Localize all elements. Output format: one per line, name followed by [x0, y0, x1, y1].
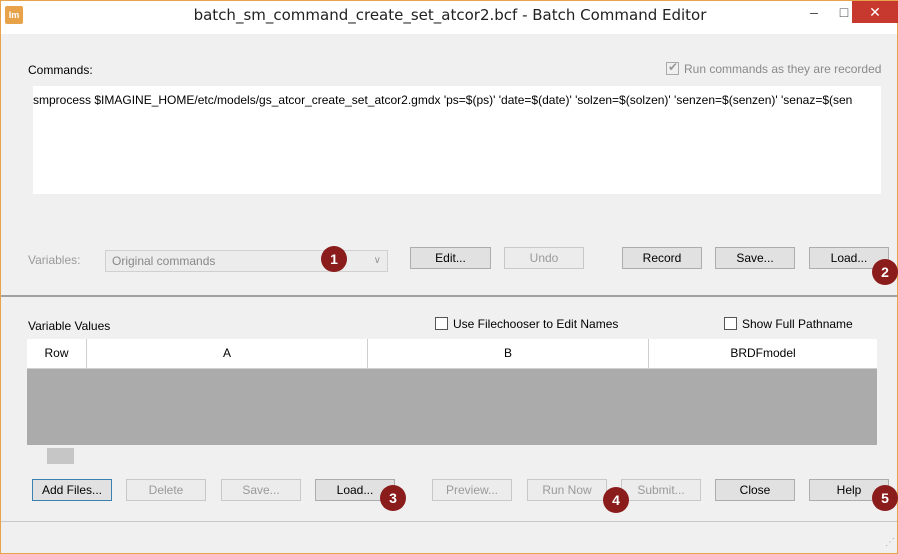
- variable-values-table[interactable]: Row A B BRDFmodel: [27, 339, 877, 445]
- callout-badge-1: 1: [321, 246, 347, 272]
- run-now-button[interactable]: Run Now: [527, 479, 607, 501]
- run-recorded-checkbox[interactable]: ✔: [666, 60, 679, 75]
- run-recorded-label: Run commands as they are recorded: [684, 62, 882, 76]
- horizontal-scrollbar-thumb[interactable]: [47, 448, 74, 464]
- filechooser-label: Use Filechooser to Edit Names: [453, 317, 619, 331]
- undo-button[interactable]: Undo: [504, 247, 584, 269]
- callout-badge-3: 3: [380, 485, 406, 511]
- callout-badge-5: 5: [872, 485, 898, 511]
- chevron-down-icon: ∨: [373, 255, 381, 266]
- save-values-button[interactable]: Save...: [221, 479, 301, 501]
- filechooser-checkbox[interactable]: [435, 317, 448, 330]
- section-divider: [1, 295, 897, 297]
- full-pathname-checkbox[interactable]: [724, 317, 737, 330]
- delete-button[interactable]: Delete: [126, 479, 206, 501]
- edit-button[interactable]: Edit...: [410, 247, 491, 269]
- resize-grip-icon[interactable]: ⋰: [885, 537, 895, 548]
- column-header-b[interactable]: B: [368, 339, 649, 368]
- callout-badge-4: 4: [603, 487, 629, 513]
- table-header: Row A B BRDFmodel: [27, 339, 877, 369]
- close-window-button[interactable]: ✕: [852, 1, 898, 23]
- variables-label: Variables:: [28, 253, 81, 267]
- commands-text: smprocess $IMAGINE_HOME/etc/models/gs_at…: [33, 93, 853, 107]
- commands-label: Commands:: [28, 63, 93, 77]
- column-header-a[interactable]: A: [87, 339, 368, 368]
- window-title: batch_sm_command_create_set_atcor2.bcf -…: [193, 6, 707, 24]
- checkmark-icon: ✔: [668, 60, 679, 74]
- full-pathname-label: Show Full Pathname: [742, 317, 853, 331]
- submit-button[interactable]: Submit...: [621, 479, 701, 501]
- add-files-button[interactable]: Add Files...: [32, 479, 112, 501]
- batch-command-editor-window: Im batch_sm_command_create_set_atcor2.bc…: [0, 0, 898, 554]
- column-header-row[interactable]: Row: [27, 339, 87, 368]
- commands-textarea[interactable]: smprocess $IMAGINE_HOME/etc/models/gs_at…: [33, 86, 881, 194]
- callout-badge-2: 2: [872, 259, 898, 285]
- close-button[interactable]: Close: [715, 479, 795, 501]
- variables-selected-value: Original commands: [112, 254, 216, 268]
- save-variables-button[interactable]: Save...: [715, 247, 795, 269]
- record-button[interactable]: Record: [622, 247, 702, 269]
- title-bar: Im batch_sm_command_create_set_atcor2.bc…: [1, 1, 898, 34]
- status-bar-divider: [1, 521, 897, 522]
- variable-values-label: Variable Values: [28, 319, 111, 333]
- preview-button[interactable]: Preview...: [432, 479, 512, 501]
- minimize-button[interactable]: –: [799, 1, 829, 23]
- column-header-brdfmodel[interactable]: BRDFmodel: [649, 339, 877, 368]
